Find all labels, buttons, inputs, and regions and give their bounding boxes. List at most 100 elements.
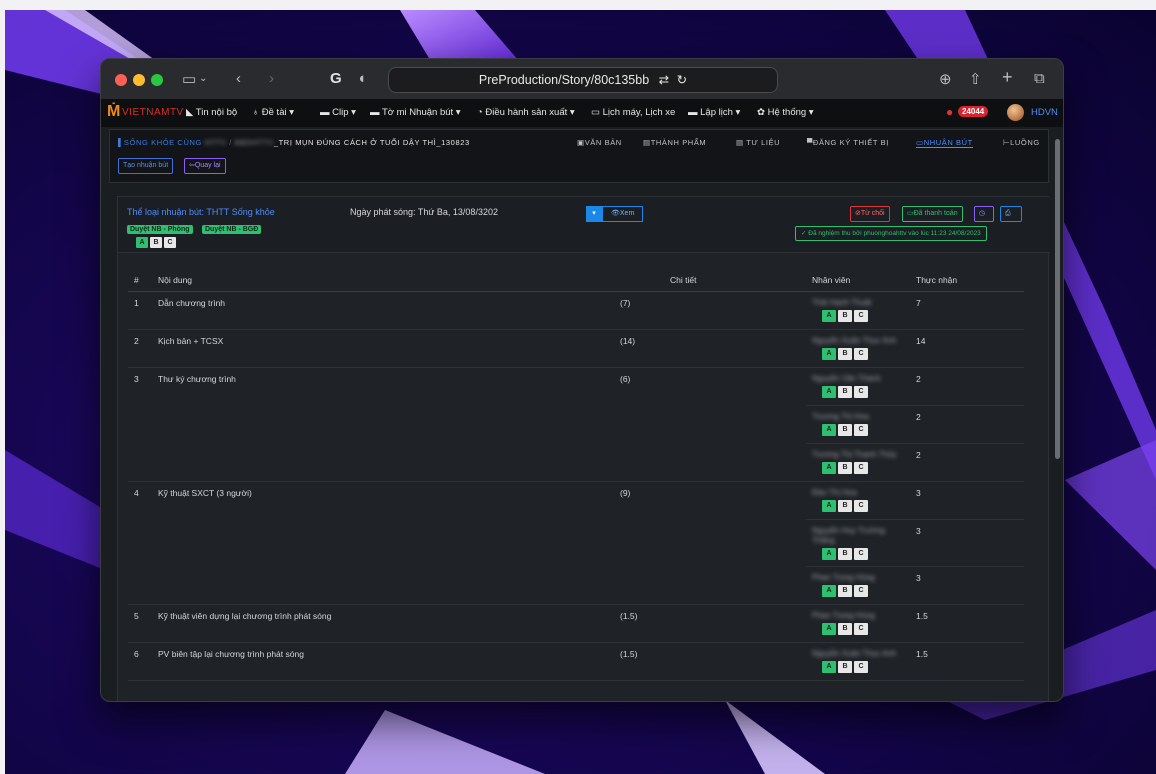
logo-text[interactable]: VIETNAMTV	[122, 107, 184, 118]
cell-staff: Đào Thị Hoa A B C	[806, 481, 910, 520]
tab-overview-icon[interactable]: ⧉	[1034, 70, 1045, 87]
grade-b-button[interactable]: B	[150, 237, 162, 248]
notification-badge[interactable]: 24044	[958, 106, 989, 117]
tab-luong[interactable]: ⊢LUỒNG	[1003, 138, 1040, 147]
user-name[interactable]: HDVN	[1031, 107, 1058, 118]
grade-b-button[interactable]: B	[838, 462, 852, 474]
col-staff: Nhân viên	[806, 271, 910, 292]
grade-a-button[interactable]: A	[822, 386, 836, 398]
grade-a-button[interactable]: A	[822, 348, 836, 360]
tab-thanh-pham[interactable]: ▤THÀNH PHẨM	[643, 138, 706, 147]
staff-name[interactable]: Đào Thị Hoa	[812, 488, 904, 498]
downloads-icon[interactable]: ⊕	[939, 70, 952, 88]
nav-item-to-mi-nhuan-but[interactable]: ▬ Tờ mi Nhuận bút ▾	[370, 107, 461, 118]
view-button[interactable]: 👁Xem	[602, 206, 644, 222]
share-icon[interactable]: ⇧	[969, 70, 982, 88]
nav-item-clip[interactable]: ▬ Clip ▾	[320, 107, 356, 118]
grade-b-button[interactable]: B	[838, 548, 852, 560]
nav-item-lap-lich[interactable]: ▬ Lập lịch ▾	[688, 107, 740, 118]
grade-c-button[interactable]: C	[854, 348, 868, 360]
program-name[interactable]: ▌SỐNG KHỎE CÙNG HTTV	[118, 138, 227, 147]
grade-c-button[interactable]: C	[854, 462, 868, 474]
grade-c-button[interactable]: C	[854, 548, 868, 560]
cell-detail: (1.5)	[380, 604, 806, 643]
staff-name[interactable]: Nguyễn Xuân Thục Anh	[812, 649, 904, 659]
tab-dang-ky-thiet-bi[interactable]: ▀ĐĂNG KÝ THIẾT BỊ	[807, 138, 889, 147]
grade-b-button[interactable]: B	[838, 310, 852, 322]
grade-b-button[interactable]: B	[838, 386, 852, 398]
paid-button[interactable]: ▭Đã thanh toán	[902, 206, 963, 222]
grade-c-button[interactable]: C	[854, 386, 868, 398]
back-button[interactable]: ⇦Quay lại	[184, 158, 226, 174]
royalty-category[interactable]: Thể loại nhuận bút: THTT Sống khỏe	[127, 207, 275, 217]
cell-staff: Trương Thị Thanh Thủy A B C	[806, 443, 910, 482]
tab-nhuan-but[interactable]: ▭NHUẬN BÚT	[916, 138, 973, 148]
shield-icon[interactable]: ◖	[357, 70, 366, 87]
new-tab-icon[interactable]: +	[1002, 67, 1013, 88]
create-royalty-button[interactable]: Tạo nhuận bút	[118, 158, 174, 174]
staff-name[interactable]: Phan Trọng Hùng	[812, 573, 904, 583]
dropdown-button[interactable]: ▾	[586, 206, 602, 222]
grade-c-button[interactable]: C	[854, 310, 868, 322]
grade-a-button[interactable]: A	[822, 462, 836, 474]
staff-name[interactable]: Phan Trọng Hùng	[812, 611, 904, 621]
tab-tu-lieu[interactable]: ▤ TƯ LIỆU	[736, 138, 780, 147]
staff-name[interactable]: Nguyễn Xuân Thục Anh	[812, 336, 904, 346]
grade-c-button[interactable]: C	[854, 424, 868, 436]
grade-c-button[interactable]: C	[854, 623, 868, 635]
document-icon: ▣	[577, 138, 585, 147]
nav-item-dieu-hanh[interactable]: ◔ Điều hành sản xuất ▾	[477, 107, 575, 118]
grade-c-button[interactable]: C	[164, 237, 176, 248]
grade-a-button[interactable]: A	[822, 424, 836, 436]
grade-a-button[interactable]: A	[822, 310, 836, 322]
scrollbar[interactable]	[1055, 139, 1060, 459]
grade-a-button[interactable]: A	[822, 661, 836, 673]
avatar[interactable]	[1007, 104, 1024, 121]
sidebar-icon[interactable]: ▭	[182, 70, 196, 88]
logo-icon[interactable]: Ṁ	[107, 103, 120, 121]
translate-icon[interactable]: ⇄	[659, 73, 669, 87]
notification-icon[interactable]: ●	[946, 105, 953, 119]
staff-name[interactable]: Trương Thị Hoa	[812, 412, 904, 422]
google-icon[interactable]: G	[330, 70, 342, 87]
grade-b-button[interactable]: B	[838, 623, 852, 635]
nav-item-de-tai[interactable]: ♁ Đề tài ▾	[252, 107, 294, 118]
grade-c-button[interactable]: C	[854, 661, 868, 673]
grade-a-button[interactable]: A	[822, 548, 836, 560]
print-icon[interactable]: ⎙	[1000, 206, 1022, 222]
royalty-table: # Nội dung Chi tiết Nhân viên Thực nhận …	[128, 271, 1024, 681]
staff-name[interactable]: Trương Thị Thanh Thủy	[812, 450, 904, 460]
tab-van-ban[interactable]: ▣VĂN BẢN	[577, 138, 622, 147]
nav-item-he-thong[interactable]: ✿ Hệ thống ▾	[757, 107, 814, 118]
staff-name[interactable]: Nguyễn Văn Thành	[812, 374, 904, 384]
close-window-button[interactable]	[115, 74, 127, 86]
grade-b-button[interactable]: B	[838, 585, 852, 597]
history-icon[interactable]: ◷	[974, 206, 994, 222]
grade-c-button[interactable]: C	[854, 500, 868, 512]
grade-c-button[interactable]: C	[854, 585, 868, 597]
grade-b-button[interactable]: B	[838, 500, 852, 512]
forward-icon[interactable]: ›	[269, 70, 274, 87]
staff-name[interactable]: Nguyễn Huy Trường Thắng	[812, 526, 904, 546]
gear-icon: ✿	[757, 107, 768, 118]
nav-item-lich-may[interactable]: ▭ Lịch máy, Lịch xe	[591, 107, 675, 118]
nav-item-tin-noi-bo[interactable]: ◣ Tin nội bộ	[186, 107, 237, 118]
grade-a-button[interactable]: A	[822, 500, 836, 512]
grade-a-button[interactable]: A	[822, 585, 836, 597]
staff-name[interactable]: Thái Hạnh Thuật	[812, 298, 904, 308]
cell-num: 6	[128, 642, 152, 681]
grade-b-button[interactable]: B	[838, 661, 852, 673]
minimize-window-button[interactable]	[133, 74, 145, 86]
address-bar[interactable]: PreProduction/Story/80c135bb ⇄ ↻	[388, 67, 778, 93]
grade-b-button[interactable]: B	[838, 424, 852, 436]
zoom-window-button[interactable]	[151, 74, 163, 86]
back-icon[interactable]: ‹	[236, 70, 241, 87]
grade-b-button[interactable]: B	[838, 348, 852, 360]
grade-a-button[interactable]: A	[822, 623, 836, 635]
grade-a-button[interactable]: A	[136, 237, 148, 248]
reject-button[interactable]: ⊘Từ chối	[850, 206, 890, 222]
reload-icon[interactable]: ↻	[677, 73, 687, 87]
chevron-down-icon[interactable]: ⌄	[199, 73, 207, 84]
desktop-wallpaper: ▭ ⌄ ‹ › G ◖ PreProduction/Story/80c135bb…	[5, 10, 1156, 774]
table-row: 6 PV biên tập lại chương trình phát sóng(…	[128, 642, 1024, 681]
